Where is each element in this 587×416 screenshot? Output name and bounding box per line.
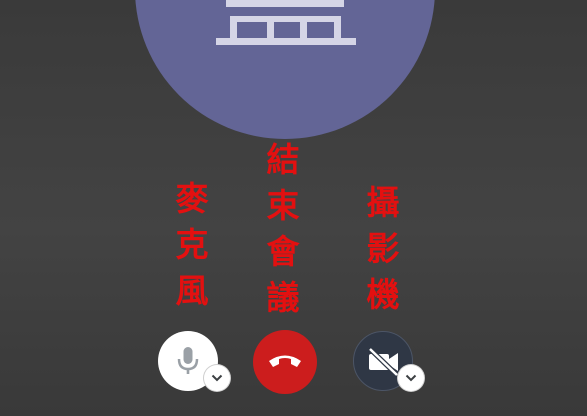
chevron-down-icon	[405, 374, 417, 382]
video-off-icon	[368, 347, 399, 377]
participant-avatar	[135, 0, 435, 139]
phone-hangup-icon	[269, 355, 301, 367]
camera-options-button[interactable]	[398, 365, 424, 391]
call-screen: 麥克風 結束會議 攝影機	[0, 0, 587, 416]
end-meeting-button[interactable]	[253, 330, 317, 394]
microphone-options-button[interactable]	[204, 365, 230, 391]
end-meeting-label: 結束會議	[266, 140, 300, 317]
camera-label: 攝影機	[366, 183, 400, 314]
microphone-icon	[177, 347, 199, 374]
avatar-initial-glyph	[216, 0, 356, 45]
chevron-down-icon	[211, 374, 223, 382]
microphone-label: 麥克風	[175, 179, 209, 310]
